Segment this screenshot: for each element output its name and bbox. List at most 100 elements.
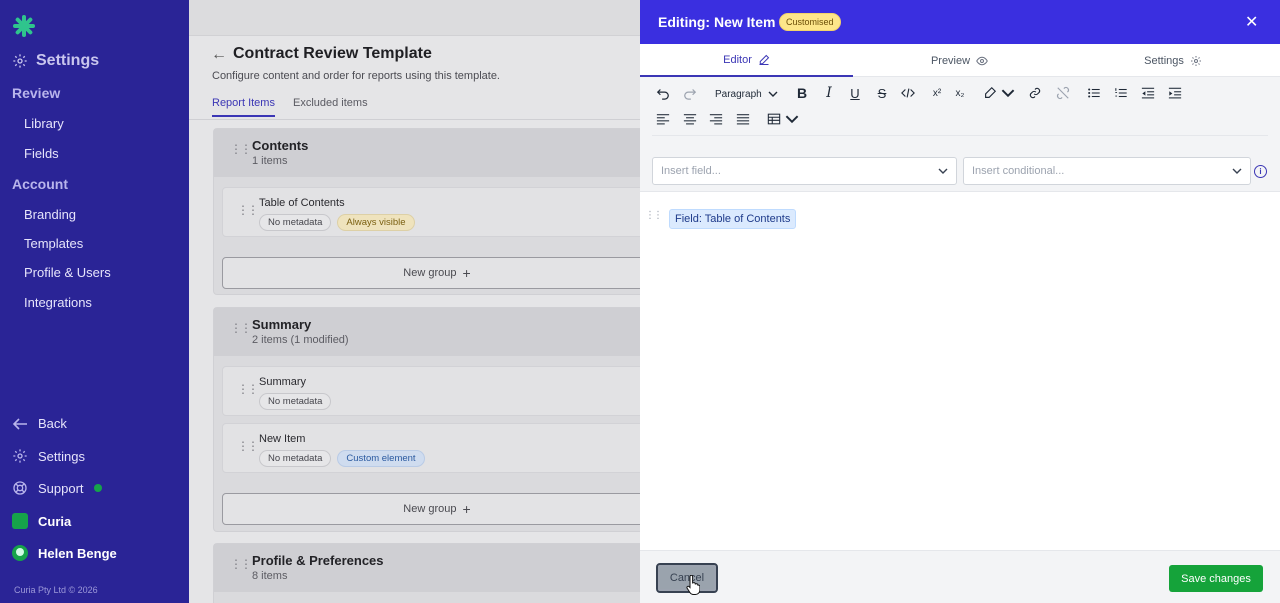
- drawer-header: Editing: New Item Customised ✕: [640, 0, 1280, 44]
- sidebar-bottom-settings[interactable]: Settings: [12, 448, 85, 464]
- highlight-dropdown[interactable]: [980, 83, 1018, 103]
- chevron-down-icon: [1001, 89, 1015, 98]
- gear-icon: [13, 54, 27, 68]
- drag-handle-icon[interactable]: ⋮⋮: [230, 143, 252, 155]
- sidebar-item-integrations[interactable]: Integrations: [24, 295, 92, 310]
- italic-icon[interactable]: I: [818, 83, 840, 103]
- badge-always-visible: Always visible: [337, 214, 415, 231]
- drag-handle-icon[interactable]: ⋮⋮: [645, 211, 663, 221]
- gear-icon: [1190, 55, 1201, 66]
- page-title: Contract Review Template: [233, 45, 432, 62]
- group-header[interactable]: ⋮⋮ Contents 1 items: [214, 129, 640, 177]
- unlink-icon[interactable]: [1052, 83, 1074, 103]
- numbered-list-icon[interactable]: [1110, 83, 1132, 103]
- tab-preview-label: Preview: [930, 54, 971, 67]
- align-center-icon[interactable]: [679, 109, 701, 129]
- badge-no-metadata: No metadata: [259, 393, 332, 410]
- new-group-button[interactable]: New group +: [222, 257, 640, 289]
- gear-icon: [13, 449, 27, 463]
- table-dropdown[interactable]: [762, 109, 804, 129]
- main-content: ← Contract Review Template Configure con…: [189, 0, 640, 603]
- drag-handle-icon[interactable]: ⋮⋮: [230, 558, 252, 570]
- bold-icon[interactable]: B: [791, 83, 813, 103]
- link-icon[interactable]: [1024, 83, 1046, 103]
- edit-drawer: Editing: New Item Customised ✕ Editor Pr…: [640, 0, 1280, 603]
- sidebar-org-label: Curia: [38, 513, 72, 529]
- close-icon[interactable]: ✕: [1245, 12, 1258, 32]
- curia-logo-icon[interactable]: [12, 14, 36, 38]
- align-left-icon[interactable]: [652, 109, 674, 129]
- editor-content[interactable]: ⋮⋮ Field: Table of Contents: [640, 192, 1280, 550]
- sidebar-item-fields[interactable]: Fields: [24, 146, 59, 161]
- insert-conditional-placeholder: Insert conditional...: [972, 165, 1065, 177]
- tab-editor[interactable]: Editor: [640, 44, 853, 77]
- sidebar-user[interactable]: Helen Benge: [12, 545, 117, 561]
- field-chip[interactable]: Field: Table of Contents: [669, 209, 797, 229]
- strikethrough-icon[interactable]: S: [871, 83, 893, 103]
- back-arrow-icon[interactable]: ←: [211, 46, 227, 64]
- new-group-label: New group: [403, 267, 457, 279]
- sidebar-section-account: Account: [12, 176, 68, 192]
- sidebar-settings-heading[interactable]: Settings: [12, 52, 99, 70]
- indent-icon[interactable]: [1164, 83, 1186, 103]
- tab-settings-label: Settings: [1144, 54, 1184, 67]
- sidebar-back[interactable]: Back: [12, 416, 67, 431]
- plus-icon: +: [462, 265, 471, 281]
- save-changes-button[interactable]: Save changes: [1169, 565, 1263, 592]
- drag-handle-icon[interactable]: ⋮⋮: [237, 440, 259, 452]
- tab-excluded-items[interactable]: Excluded items: [293, 97, 368, 109]
- org-avatar: [12, 513, 28, 529]
- drawer-title: Editing: New Item: [658, 14, 776, 30]
- redo-icon[interactable]: [679, 83, 701, 103]
- tab-preview[interactable]: Preview: [853, 44, 1066, 77]
- group-header[interactable]: ⋮⋮ Summary 2 items (1 modified): [214, 308, 640, 356]
- tabs-divider: [189, 119, 640, 120]
- outdent-icon[interactable]: [1137, 83, 1159, 103]
- sidebar-item-branding[interactable]: Branding: [24, 207, 76, 222]
- sidebar-back-label: Back: [38, 416, 67, 431]
- underline-icon[interactable]: U: [844, 83, 866, 103]
- badge-custom-element: Custom element: [337, 450, 425, 467]
- subscript-icon[interactable]: x₂: [949, 83, 971, 103]
- code-icon[interactable]: [897, 83, 919, 103]
- tab-report-items[interactable]: Report Items: [212, 97, 275, 117]
- sidebar-org[interactable]: Curia: [12, 513, 71, 529]
- sidebar-item-templates[interactable]: Templates: [24, 236, 83, 251]
- highlighter-icon: [985, 86, 997, 98]
- insert-conditional-select[interactable]: Insert conditional...: [963, 157, 1251, 185]
- list-item[interactable]: ⋮⋮ New Item No metadata Custom element: [222, 423, 640, 473]
- align-right-icon[interactable]: [705, 109, 727, 129]
- chevron-down-icon: [1232, 168, 1242, 174]
- tab-settings[interactable]: Settings: [1066, 44, 1280, 77]
- new-group-button[interactable]: New group +: [222, 493, 640, 525]
- pencil-icon: [759, 54, 770, 65]
- drawer-tabs: Editor Preview Settings: [640, 44, 1280, 77]
- list-item[interactable]: ⋮⋮ Summary No metadata: [222, 366, 640, 416]
- group-header[interactable]: ⋮⋮ Profile & Preferences 8 items: [214, 544, 640, 592]
- align-justify-icon[interactable]: [732, 109, 754, 129]
- eye-icon: [976, 56, 988, 65]
- insert-field-placeholder: Insert field...: [661, 165, 721, 177]
- group-count: 1 items: [252, 155, 288, 167]
- drawer-footer: Cancel Save changes: [640, 550, 1280, 603]
- new-group-label: New group: [403, 503, 457, 515]
- online-status-dot: [93, 484, 102, 492]
- drag-handle-icon[interactable]: ⋮⋮: [230, 322, 252, 334]
- paragraph-style-select[interactable]: Paragraph: [711, 83, 782, 105]
- chevron-down-icon: [768, 91, 778, 97]
- undo-icon[interactable]: [652, 83, 674, 103]
- sidebar-item-profile-users[interactable]: Profile & Users: [24, 265, 111, 280]
- customised-badge: Customised: [779, 13, 841, 31]
- list-item[interactable]: ⋮⋮ Table of Contents No metadata Always …: [222, 187, 640, 237]
- group-count: 8 items: [252, 570, 288, 582]
- drag-handle-icon[interactable]: ⋮⋮: [237, 383, 259, 395]
- sidebar-item-library[interactable]: Library: [24, 116, 64, 131]
- insert-field-select[interactable]: Insert field...: [652, 157, 957, 185]
- group-title: Profile & Preferences: [252, 553, 384, 568]
- superscript-icon[interactable]: x²: [926, 83, 948, 103]
- info-icon[interactable]: i: [1254, 165, 1267, 178]
- drag-handle-icon[interactable]: ⋮⋮: [237, 204, 259, 216]
- sidebar-support[interactable]: Support: [12, 480, 102, 496]
- sidebar-bottom-settings-label: Settings: [38, 448, 85, 464]
- bullet-list-icon[interactable]: [1083, 83, 1105, 103]
